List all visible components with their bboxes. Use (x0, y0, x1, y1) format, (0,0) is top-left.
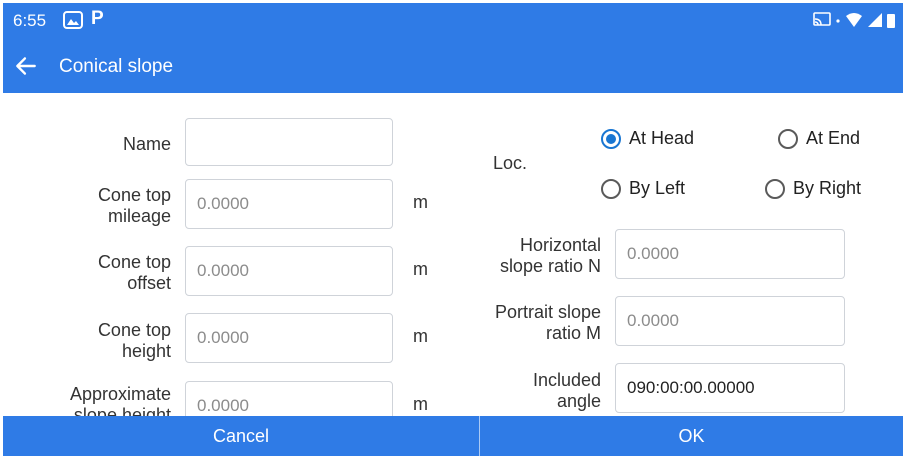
dot-icon (836, 19, 840, 23)
name-input[interactable] (185, 118, 393, 166)
radio-at-head[interactable]: At Head (601, 128, 694, 149)
wifi-icon (846, 13, 862, 27)
horizontal-slope-ratio-label-line2: slope ratio N (499, 256, 601, 276)
app-bar: Conical slope (3, 43, 903, 93)
cone-top-mileage-label-line1: Cone top (97, 185, 171, 205)
form-content: Name Cone top mileage 0.0000 m Cone top … (3, 93, 903, 416)
approximate-slope-height-input[interactable]: 0.0000 (185, 381, 393, 416)
radio-unselected-icon (778, 128, 798, 149)
action-bar: Cancel OK (3, 416, 903, 456)
cone-top-mileage-label-line2: mileage (107, 206, 171, 226)
included-angle-label: Included angle (443, 370, 601, 412)
approximate-slope-height-unit: m (413, 394, 428, 414)
cone-top-offset-unit: m (413, 259, 428, 279)
name-label: Name (122, 134, 171, 154)
cone-top-offset-label-line1: Cone top (97, 252, 171, 272)
approximate-slope-height-label-line2: slope height (73, 405, 171, 416)
loc-label: Loc. (493, 153, 528, 173)
portrait-slope-ratio-label-line2: ratio M (545, 323, 601, 343)
radio-selected-icon (601, 128, 621, 149)
cone-top-mileage-unit: m (413, 192, 428, 212)
included-angle-input[interactable]: 090:00:00.00000 (615, 363, 845, 413)
cone-top-offset-label-line2: offset (127, 273, 171, 293)
radio-at-head-label: At Head (629, 128, 695, 148)
portrait-slope-ratio-label-line1: Portrait slope (494, 302, 601, 322)
ok-button[interactable]: OK (480, 416, 903, 456)
radio-at-end[interactable]: At End (778, 128, 860, 149)
radio-by-right-label: By Right (793, 178, 862, 198)
battery-icon (887, 14, 895, 28)
cast-icon (813, 12, 831, 26)
cone-top-mileage-input[interactable]: 0.0000 (185, 179, 393, 229)
back-arrow-icon[interactable] (13, 53, 39, 79)
cone-top-height-label-line2: height (121, 341, 171, 361)
status-bar: 6:55 P (3, 3, 903, 43)
approximate-slope-height-label-line1: Approximate (69, 384, 171, 404)
cone-top-offset-input[interactable]: 0.0000 (185, 246, 393, 296)
included-angle-label-line2: angle (556, 391, 601, 411)
horizontal-slope-ratio-input[interactable]: 0.0000 (615, 229, 845, 279)
screen: 6:55 P Conical slope Name Cone top milea… (3, 3, 903, 456)
cone-top-offset-label: Cone top offset (43, 252, 171, 294)
radio-by-right[interactable]: By Right (765, 178, 861, 199)
page-title: Conical slope (59, 56, 174, 77)
cancel-button[interactable]: Cancel (3, 416, 479, 456)
approximate-slope-height-label: Approximate slope height (23, 384, 171, 416)
horizontal-slope-ratio-label-line1: Horizontal (519, 235, 601, 255)
radio-unselected-icon (601, 178, 621, 199)
radio-by-left-label: By Left (629, 178, 686, 198)
cone-top-height-input[interactable]: 0.0000 (185, 313, 393, 363)
status-time: 6:55 (13, 11, 47, 30)
signal-icon (868, 13, 882, 27)
radio-by-left[interactable]: By Left (601, 178, 685, 199)
gallery-icon (63, 11, 83, 29)
cone-top-height-label: Cone top height (43, 320, 171, 362)
included-angle-label-line1: Included (532, 370, 601, 390)
radio-unselected-icon (765, 178, 785, 199)
status-icons (813, 12, 895, 28)
cone-top-height-label-line1: Cone top (97, 320, 171, 340)
cone-top-height-unit: m (413, 326, 428, 346)
portrait-slope-ratio-label: Portrait slope ratio M (443, 302, 601, 344)
horizontal-slope-ratio-label: Horizontal slope ratio N (443, 235, 601, 277)
portrait-slope-ratio-input[interactable]: 0.0000 (615, 296, 845, 346)
cone-top-mileage-label: Cone top mileage (43, 185, 171, 227)
app-notification-icon: P (91, 8, 104, 29)
radio-at-end-label: At End (806, 128, 861, 148)
